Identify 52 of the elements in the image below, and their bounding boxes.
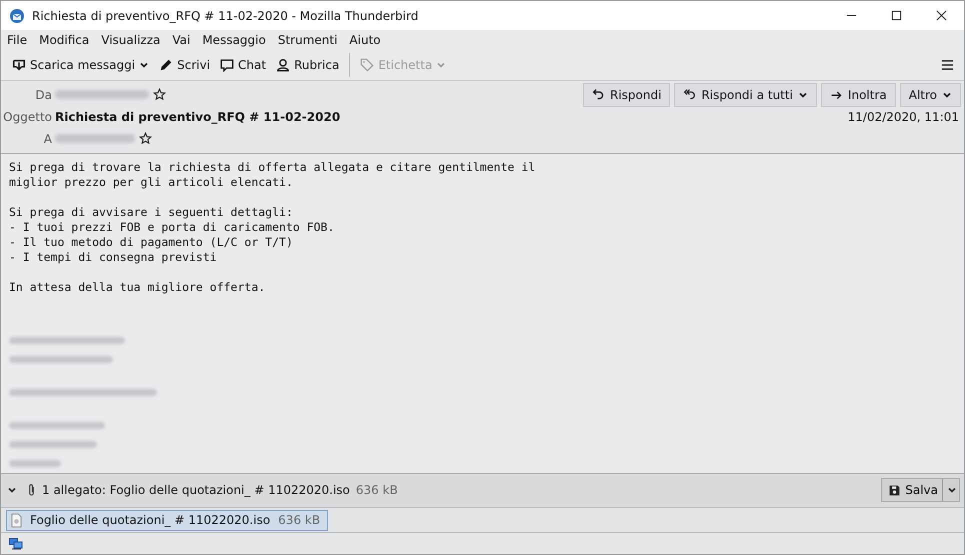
date-text: 11/02/2020, 11:01 <box>848 110 959 124</box>
star-icon[interactable] <box>153 88 166 102</box>
menu-icon[interactable] <box>941 58 954 71</box>
menu-item[interactable]: Vai <box>172 33 190 48</box>
attachment-item[interactable]: Foglio delle quotazioni_ # 11022020.iso 636 kB <box>6 510 328 531</box>
from-label: Da <box>35 88 52 102</box>
network-icon <box>9 538 23 550</box>
message-line: - I tempi di consegna previsti <box>9 250 218 265</box>
toolbar-button[interactable]: Rubrica <box>271 54 344 76</box>
message-line: miglior prezzo per gli articoli elencati. <box>9 174 294 190</box>
menu-item[interactable]: Aiuto <box>349 33 381 48</box>
toolbar-button[interactable]: Scrivi <box>154 54 216 76</box>
caret-icon <box>947 485 957 496</box>
download-icon <box>12 58 26 72</box>
action-button[interactable]: Inoltra <box>820 82 896 107</box>
action-button[interactable]: Rispondi <box>582 82 670 107</box>
person-icon <box>276 58 290 72</box>
menu-item[interactable]: Modifica <box>39 33 90 48</box>
subject-text: Richiesta di preventivo_RFQ # 11-02-2020 <box>55 110 340 124</box>
chevron-icon[interactable] <box>7 485 17 496</box>
reply-icon <box>592 88 605 102</box>
toolbar-button[interactable]: Chat <box>215 54 272 76</box>
attachment-name: Foglio delle quotazioni_ # 11022020.iso <box>30 513 270 528</box>
to-label: A <box>44 132 52 146</box>
reply-all-icon <box>683 88 696 102</box>
attachment-summary: 1 allegato: Foglio delle quotazioni_ # 11022020.iso <box>42 483 350 498</box>
pencil-icon <box>159 58 174 72</box>
attachment-size: 636 kB <box>278 513 320 528</box>
chat-icon <box>220 58 234 72</box>
menu-item[interactable]: Messaggio <box>202 33 266 48</box>
subject-label: Oggetto <box>3 110 52 124</box>
file-icon <box>11 512 22 528</box>
floppy-icon <box>888 484 902 497</box>
paperclip-icon <box>27 482 36 498</box>
message-line: - I tuoi prezzi FOB e porta di caricamento FOB. <box>9 220 336 235</box>
save-button[interactable]: Salva <box>881 478 960 502</box>
app-logo-icon <box>9 8 25 24</box>
message-line: Si prega di trovare la richiesta di offerta allegata e citare gentilmente il <box>9 160 536 175</box>
attachment-size: 636 kB <box>356 483 398 498</box>
menu-item[interactable]: File <box>7 33 28 48</box>
message-line: Si prega di avvisare i seguenti dettagli: <box>9 204 294 220</box>
toolbar-button[interactable]: Scarica messaggi <box>7 54 154 76</box>
message-line: In attesa della tua migliore offerta. <box>9 280 266 295</box>
window-title: Richiesta di preventivo_RFQ # 11-02-2020 - Mozilla Thunderbird <box>32 8 418 23</box>
action-button[interactable]: Altro <box>900 82 961 107</box>
menu-item[interactable]: Strumenti <box>278 33 338 48</box>
menu-item[interactable]: Visualizza <box>101 33 160 48</box>
action-button[interactable]: Rispondi a tutti <box>674 82 817 107</box>
message-line: - Il tuo metodo di pagamento (L/C or T/T) <box>9 234 294 250</box>
star-icon[interactable] <box>139 132 152 146</box>
redacted-signature-line <box>9 460 61 467</box>
tag-icon <box>360 58 374 72</box>
